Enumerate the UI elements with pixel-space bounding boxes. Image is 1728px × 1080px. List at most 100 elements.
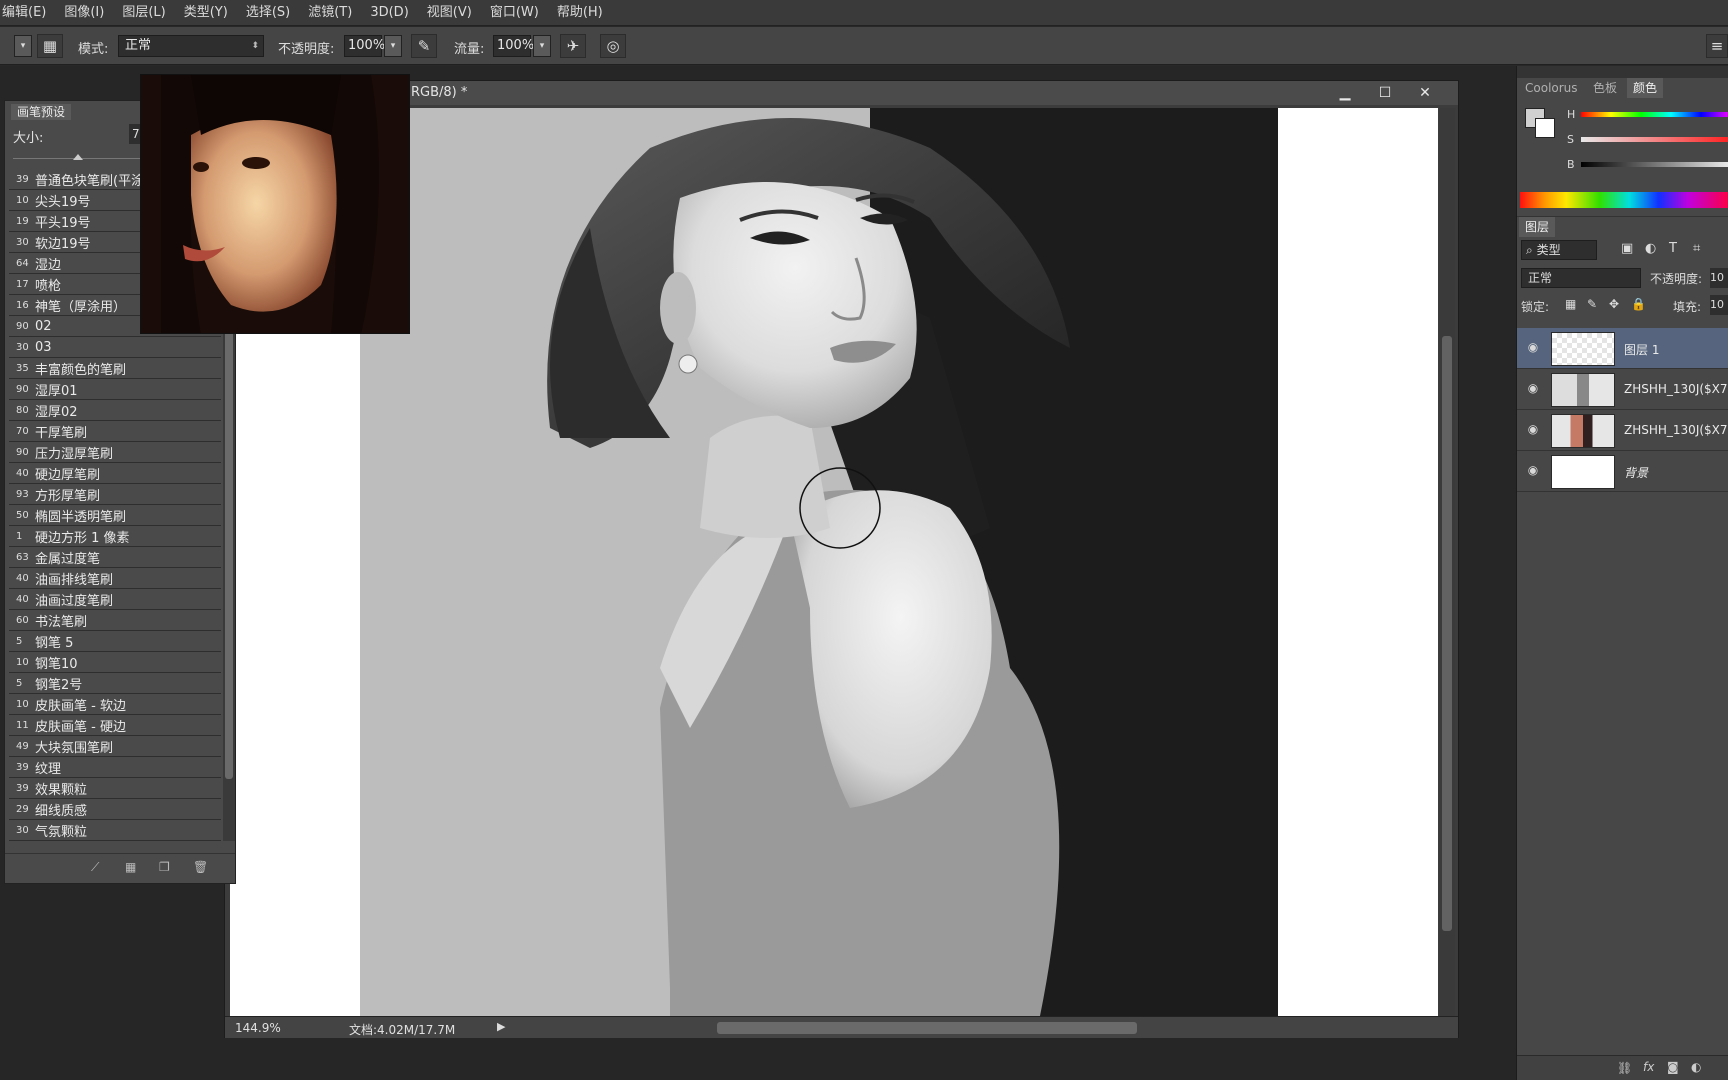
filter-image-icon[interactable]: ▣ xyxy=(1621,241,1633,256)
menu-type[interactable]: 类型(Y) xyxy=(175,0,237,26)
maximize-icon[interactable]: ☐ xyxy=(1371,84,1399,102)
brush-preset-item[interactable]: 11 皮肤画笔 - 硬边 xyxy=(9,715,221,736)
tab-coolorus[interactable]: Coolorus xyxy=(1519,78,1584,98)
visibility-eye-icon[interactable]: ◉ xyxy=(1525,340,1541,356)
menu-image[interactable]: 图像(I) xyxy=(55,0,113,26)
background-color-swatch[interactable] xyxy=(1535,118,1555,138)
menu-window[interactable]: 窗口(W) xyxy=(481,0,548,26)
brush-preset-item[interactable]: 35 丰富颜色的笔刷 xyxy=(9,358,221,379)
menu-select[interactable]: 选择(S) xyxy=(237,0,299,26)
brush-preset-item[interactable]: 39 纹理 xyxy=(9,757,221,778)
brush-preset-item[interactable]: 80 湿厚02 xyxy=(9,400,221,421)
menu-view[interactable]: 视图(V) xyxy=(418,0,481,26)
brush-preset-item[interactable]: 90 压力湿厚笔刷 xyxy=(9,442,221,463)
menu-edit[interactable]: 编辑(E) xyxy=(0,0,55,26)
brush-preset-item[interactable]: 10 钢笔10 xyxy=(9,652,221,673)
brush-preset-item[interactable]: 93 方形厚笔刷 xyxy=(9,484,221,505)
opacity-dropdown[interactable]: ▾ xyxy=(384,35,402,57)
filter-adjustment-icon[interactable]: ◐ xyxy=(1645,241,1656,256)
tool-preset-dropdown[interactable]: ▾ xyxy=(14,35,32,57)
tab-layers[interactable]: 图层 xyxy=(1519,217,1556,237)
brightness-slider[interactable] xyxy=(1581,162,1728,167)
tab-color[interactable]: 颜色 xyxy=(1627,78,1664,98)
brush-preset-item[interactable]: 70 干厚笔刷 xyxy=(9,421,221,442)
brush-preset-item[interactable]: 1 硬边方形 1 像素 xyxy=(9,526,221,547)
layer-row[interactable]: ◉ 背景 xyxy=(1517,451,1728,492)
brush-preset-item[interactable]: 30 气氛颗粒 xyxy=(9,820,221,841)
menu-3d[interactable]: 3D(D) xyxy=(361,0,417,26)
brush-preset-name: 纹理 xyxy=(35,761,62,777)
pressure-opacity-icon[interactable]: ✎ xyxy=(411,34,437,58)
vertical-scrollbar[interactable] xyxy=(1439,108,1455,1016)
brush-preset-item[interactable]: 10 皮肤画笔 - 软边 xyxy=(9,694,221,715)
layer-name[interactable]: ZHSHH_130J($X72 xyxy=(1624,423,1728,437)
layer-row[interactable]: ◉ ZHSHH_130J($X72 xyxy=(1517,410,1728,451)
lock-all-icon[interactable]: 🔒 xyxy=(1631,297,1646,311)
brush-preset-item[interactable]: 63 金属过度笔 xyxy=(9,547,221,568)
brush-preset-item[interactable]: 29 细线质感 xyxy=(9,799,221,820)
tab-swatches[interactable]: 色板 xyxy=(1587,78,1623,98)
brush-list-scroll-thumb[interactable] xyxy=(225,309,233,779)
layer-name[interactable]: 图层 1 xyxy=(1624,341,1659,358)
menu-layer[interactable]: 图层(L) xyxy=(113,0,174,26)
brush-preset-item[interactable]: 49 大块氛围笔刷 xyxy=(9,736,221,757)
color-spectrum-bar[interactable] xyxy=(1520,192,1728,208)
fill-input[interactable]: 10 xyxy=(1710,295,1728,315)
menu-filter[interactable]: 滤镜(T) xyxy=(299,0,361,26)
visibility-eye-icon[interactable]: ◉ xyxy=(1525,422,1541,438)
blend-mode-select[interactable]: 正常 xyxy=(1521,268,1641,288)
flow-input[interactable]: 100% xyxy=(493,35,534,57)
lock-transparent-icon[interactable]: ▦ xyxy=(1565,297,1576,311)
workspace-switcher-icon[interactable]: ≡ xyxy=(1706,34,1728,58)
layer-opacity-input[interactable]: 10 xyxy=(1710,268,1728,288)
layer-row[interactable]: ◉ ZHSHH_130J($X72 xyxy=(1517,369,1728,410)
airbrush-icon[interactable]: ✈ xyxy=(560,34,586,58)
brush-preset-item[interactable]: 5 钢笔2号 xyxy=(9,673,221,694)
brush-preset-item[interactable]: 40 油画排线笔刷 xyxy=(9,568,221,589)
delete-preset-icon[interactable]: 🗑 xyxy=(193,860,208,874)
visibility-eye-icon[interactable]: ◉ xyxy=(1525,463,1541,479)
filter-type-icon[interactable]: T xyxy=(1669,241,1677,256)
layer-row[interactable]: ◉ 图层 1 xyxy=(1517,328,1728,369)
brush-preset-item[interactable]: 30 03 xyxy=(9,337,221,358)
link-layers-icon[interactable]: ⛓ xyxy=(1617,1061,1632,1075)
brush-preset-item[interactable]: 60 书法笔刷 xyxy=(9,610,221,631)
filter-shape-icon[interactable]: ⌗ xyxy=(1693,241,1700,256)
canvas[interactable] xyxy=(230,108,1438,1016)
close-icon[interactable]: ✕ xyxy=(1411,84,1439,102)
brush-panel-menu-icon[interactable]: ▦ xyxy=(125,860,136,874)
tab-brush-presets[interactable]: 画笔预设 xyxy=(11,104,72,120)
brush-preset-item[interactable]: 40 硬边厚笔刷 xyxy=(9,463,221,484)
layer-filter-select[interactable]: ⌕ 类型 xyxy=(1521,240,1597,260)
document-info[interactable]: 文档:4.02M/17.7M xyxy=(349,1021,455,1038)
layer-style-icon[interactable]: fx xyxy=(1643,1060,1654,1074)
horizontal-scroll-thumb[interactable] xyxy=(717,1022,1137,1034)
toggle-brush-icon[interactable]: ⟋ xyxy=(91,860,99,875)
lock-pixels-icon[interactable]: ✎ xyxy=(1587,297,1597,311)
minimize-icon[interactable]: ▁ xyxy=(1331,84,1359,102)
brush-panel-toggle-icon[interactable]: ▦ xyxy=(37,34,63,58)
brush-preset-item[interactable]: 39 效果颗粒 xyxy=(9,778,221,799)
layer-name[interactable]: 背景 xyxy=(1624,464,1648,481)
brush-preset-item[interactable]: 50 椭圆半透明笔刷 xyxy=(9,505,221,526)
menu-help[interactable]: 帮助(H) xyxy=(548,0,612,26)
new-preset-icon[interactable]: ❐ xyxy=(159,860,170,874)
hue-slider[interactable] xyxy=(1581,112,1728,117)
zoom-level[interactable]: 144.9% xyxy=(235,1021,281,1035)
vertical-scroll-thumb[interactable] xyxy=(1442,336,1452,931)
size-slider-knob[interactable] xyxy=(73,154,83,160)
layer-name[interactable]: ZHSHH_130J($X72 xyxy=(1624,382,1728,396)
layer-mask-icon[interactable]: ◙ xyxy=(1667,1060,1679,1074)
adjustment-layer-icon[interactable]: ◐ xyxy=(1691,1060,1701,1074)
saturation-slider[interactable] xyxy=(1581,137,1728,142)
visibility-eye-icon[interactable]: ◉ xyxy=(1525,381,1541,397)
pressure-size-icon[interactable]: ◎ xyxy=(600,34,626,58)
mode-select[interactable]: 正常 ⬍ xyxy=(118,35,264,57)
brush-preset-item[interactable]: 40 油画过度笔刷 xyxy=(9,589,221,610)
status-menu-arrow-icon[interactable]: ▶ xyxy=(497,1020,505,1033)
flow-dropdown[interactable]: ▾ xyxy=(533,35,551,57)
opacity-input[interactable]: 100% xyxy=(344,35,385,57)
lock-position-icon[interactable]: ✥ xyxy=(1609,297,1619,311)
brush-preset-item[interactable]: 90 湿厚01 xyxy=(9,379,221,400)
brush-preset-item[interactable]: 5 钢笔 5 xyxy=(9,631,221,652)
